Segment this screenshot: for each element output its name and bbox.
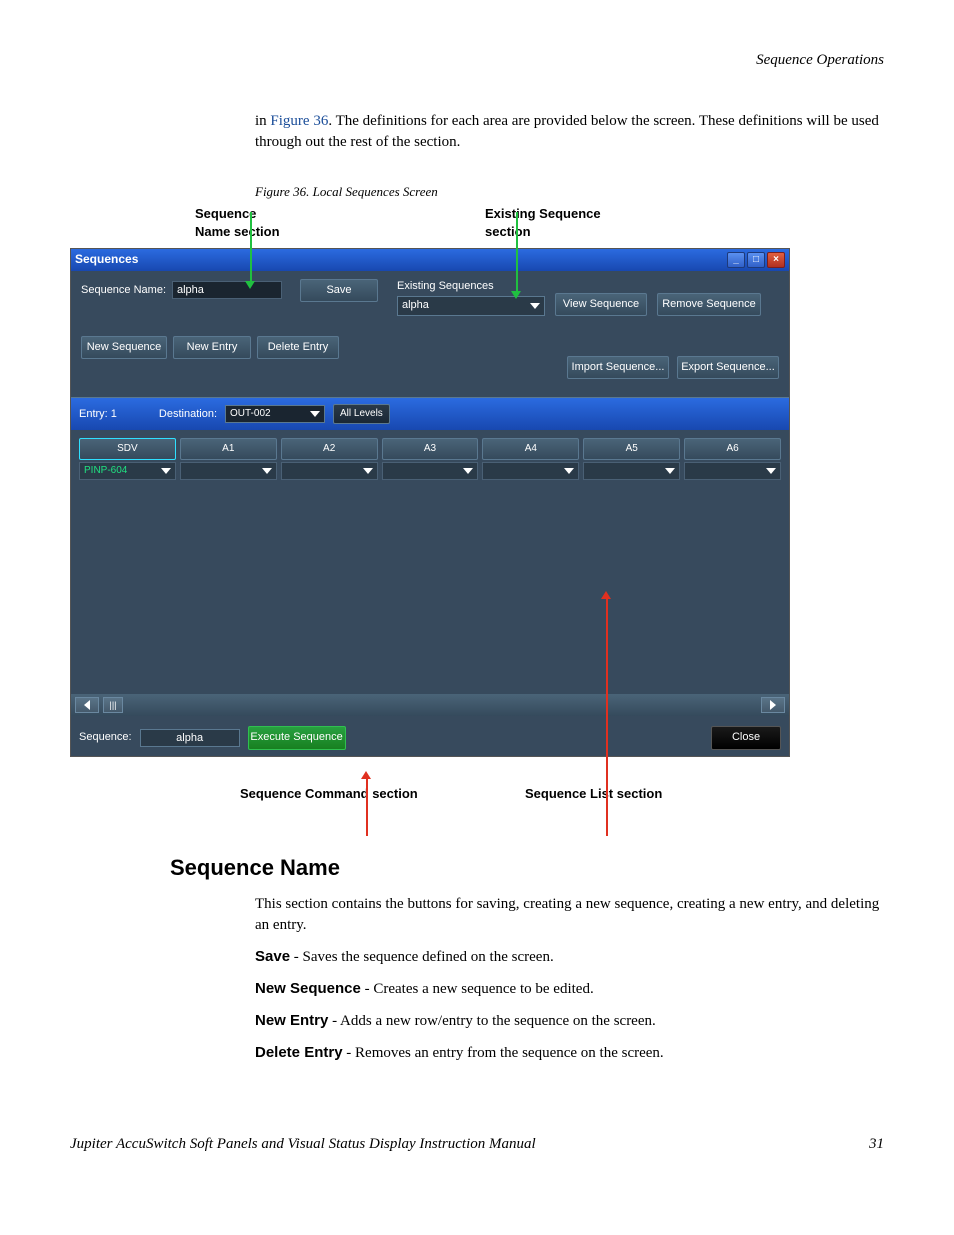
chevron-down-icon bbox=[463, 468, 473, 474]
callout-list-section: Sequence List section bbox=[525, 785, 662, 803]
intro-paragraph: in Figure 36. The definitions for each a… bbox=[255, 111, 884, 153]
section-heading: Sequence Name bbox=[170, 853, 884, 884]
chevron-down-icon bbox=[161, 468, 171, 474]
close-icon[interactable]: × bbox=[767, 252, 785, 268]
chapter-header: Sequence Operations bbox=[70, 50, 884, 71]
new-entry-button[interactable]: New Entry bbox=[173, 336, 251, 359]
page-number: 31 bbox=[869, 1134, 884, 1155]
import-sequence-button[interactable]: Import Sequence... bbox=[567, 356, 669, 379]
chevron-down-icon bbox=[262, 468, 272, 474]
definition-delete-entry: Delete Entry - Removes an entry from the… bbox=[255, 1042, 884, 1064]
view-sequence-button[interactable]: View Sequence bbox=[555, 293, 647, 316]
chevron-down-icon bbox=[363, 468, 373, 474]
bottom-callouts: Sequence Command section Sequence List s… bbox=[240, 785, 884, 803]
level-header[interactable]: A5 bbox=[583, 438, 680, 460]
level-dropdown[interactable] bbox=[281, 462, 378, 480]
level-header[interactable]: A2 bbox=[281, 438, 378, 460]
chevron-down-icon bbox=[665, 468, 675, 474]
level-dropdown[interactable] bbox=[180, 462, 277, 480]
level-header[interactable]: A4 bbox=[482, 438, 579, 460]
callout-sequence-name-1: Sequence bbox=[195, 205, 485, 223]
definition-new-entry: New Entry - Adds a new row/entry to the … bbox=[255, 1010, 884, 1032]
destination-label: Destination: bbox=[159, 407, 217, 422]
level-header[interactable]: A3 bbox=[382, 438, 479, 460]
remove-sequence-button[interactable]: Remove Sequence bbox=[657, 293, 761, 316]
close-button[interactable]: Close bbox=[711, 726, 781, 749]
page-footer: Jupiter AccuSwitch Soft Panels and Visua… bbox=[70, 1134, 884, 1155]
chevron-down-icon bbox=[310, 411, 320, 417]
level-dropdown[interactable] bbox=[684, 462, 781, 480]
levels-row: SDV PINP-604 A1 A2 A3 A4 A5 bbox=[71, 430, 789, 484]
sequence-list-area bbox=[71, 484, 789, 694]
intro-rest: . The definitions for each area are prov… bbox=[255, 113, 879, 150]
window-title: Sequences bbox=[75, 251, 138, 268]
entry-label: Entry: 1 bbox=[79, 407, 117, 422]
level-dropdown[interactable] bbox=[482, 462, 579, 480]
save-button[interactable]: Save bbox=[300, 279, 378, 302]
screenshot-figure: Sequences _ □ × Sequence Name: Save New … bbox=[70, 248, 790, 757]
destination-dropdown[interactable]: OUT-002 bbox=[225, 405, 325, 423]
chevron-down-icon bbox=[564, 468, 574, 474]
maximize-icon[interactable]: □ bbox=[747, 252, 765, 268]
export-sequence-button[interactable]: Export Sequence... bbox=[677, 356, 779, 379]
existing-sequences-value: alpha bbox=[402, 298, 429, 313]
level-header[interactable]: A6 bbox=[684, 438, 781, 460]
bottom-sequence-field: alpha bbox=[140, 729, 240, 747]
all-levels-button[interactable]: All Levels bbox=[333, 404, 390, 424]
level-value: PINP-604 bbox=[84, 464, 127, 478]
chevron-down-icon bbox=[766, 468, 776, 474]
level-header[interactable]: A1 bbox=[180, 438, 277, 460]
callout-existing-1: Existing Sequence bbox=[485, 205, 601, 223]
intro-prefix: in bbox=[255, 113, 270, 129]
sequence-name-label: Sequence Name: bbox=[81, 283, 166, 298]
scroll-left-button[interactable] bbox=[75, 697, 99, 713]
horizontal-scrollbar[interactable]: ||| bbox=[71, 694, 789, 716]
delete-entry-button[interactable]: Delete Entry bbox=[257, 336, 339, 359]
scroll-thumb[interactable]: ||| bbox=[103, 697, 123, 713]
destination-value: OUT-002 bbox=[230, 407, 271, 421]
figure-reference-link[interactable]: Figure 36 bbox=[270, 113, 328, 129]
level-dropdown[interactable] bbox=[382, 462, 479, 480]
new-sequence-button[interactable]: New Sequence bbox=[81, 336, 167, 359]
callout-command-section: Sequence Command section bbox=[240, 785, 525, 803]
callout-existing-2: section bbox=[485, 223, 601, 241]
top-callouts: Sequence Name section Existing Sequence … bbox=[195, 205, 884, 241]
minimize-icon[interactable]: _ bbox=[727, 252, 745, 268]
sequence-name-input[interactable] bbox=[172, 281, 282, 299]
execute-sequence-button[interactable]: Execute Sequence bbox=[248, 726, 346, 749]
scroll-right-button[interactable] bbox=[761, 697, 785, 713]
figure-caption: Figure 36. Local Sequences Screen bbox=[255, 183, 884, 201]
footer-title: Jupiter AccuSwitch Soft Panels and Visua… bbox=[70, 1134, 869, 1155]
window-titlebar: Sequences _ □ × bbox=[71, 249, 789, 271]
definition-new-sequence: New Sequence - Creates a new sequence to… bbox=[255, 978, 884, 1000]
level-dropdown[interactable]: PINP-604 bbox=[79, 462, 176, 480]
definition-save: Save - Saves the sequence defined on the… bbox=[255, 946, 884, 968]
existing-sequences-label: Existing Sequences bbox=[397, 279, 545, 294]
level-dropdown[interactable] bbox=[583, 462, 680, 480]
callout-sequence-name-2: Name section bbox=[195, 223, 485, 241]
bottom-sequence-label: Sequence: bbox=[79, 730, 132, 745]
existing-sequences-dropdown[interactable]: alpha bbox=[397, 296, 545, 316]
triangle-left-icon bbox=[84, 700, 90, 710]
sequences-window: Sequences _ □ × Sequence Name: Save New … bbox=[70, 248, 790, 757]
triangle-right-icon bbox=[770, 700, 776, 710]
chevron-down-icon bbox=[530, 303, 540, 309]
section-intro: This section contains the buttons for sa… bbox=[255, 894, 884, 936]
level-header[interactable]: SDV bbox=[79, 438, 176, 460]
entry-bar: Entry: 1 Destination: OUT-002 All Levels bbox=[71, 398, 789, 430]
